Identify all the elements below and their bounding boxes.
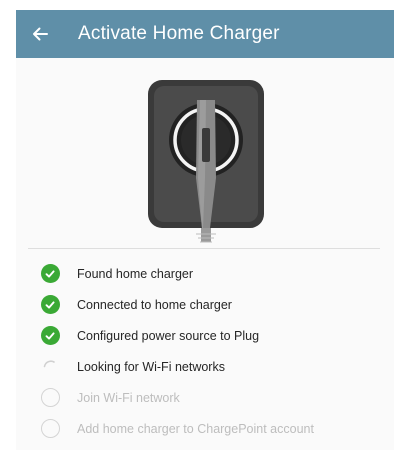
check-circle-icon	[39, 263, 61, 285]
step-label: Join Wi-Fi network	[77, 390, 180, 405]
activation-steps-list: Found home charger Connected to home cha…	[16, 258, 394, 444]
empty-circle-icon	[39, 387, 61, 409]
step-label: Connected to home charger	[77, 297, 232, 312]
step-label: Configured power source to Plug	[77, 328, 260, 343]
step-join-wifi: Join Wi-Fi network	[16, 382, 394, 413]
divider	[28, 248, 380, 249]
loading-spinner-icon	[39, 356, 61, 378]
app-bar: Activate Home Charger	[16, 10, 394, 58]
empty-circle-icon	[39, 418, 61, 440]
check-circle-icon	[39, 325, 61, 347]
step-looking-wifi: Looking for Wi-Fi networks	[16, 351, 394, 382]
check-circle-icon	[39, 294, 61, 316]
step-configured-power: Configured power source to Plug	[16, 320, 394, 351]
step-label: Looking for Wi-Fi networks	[77, 359, 225, 374]
step-connected-charger: Connected to home charger	[16, 289, 394, 320]
step-label: Found home charger	[77, 266, 194, 281]
back-button[interactable]	[24, 18, 56, 50]
step-add-to-account: Add home charger to ChargePoint account	[16, 413, 394, 444]
home-charger-plug-illustration	[148, 80, 264, 243]
step-found-charger: Found home charger	[16, 258, 394, 289]
app-screen: Activate Home Charger Found home charger…	[16, 10, 394, 450]
step-label: Add home charger to ChargePoint account	[77, 421, 314, 436]
arrow-left-icon	[33, 27, 48, 41]
page-title: Activate Home Charger	[78, 23, 280, 44]
